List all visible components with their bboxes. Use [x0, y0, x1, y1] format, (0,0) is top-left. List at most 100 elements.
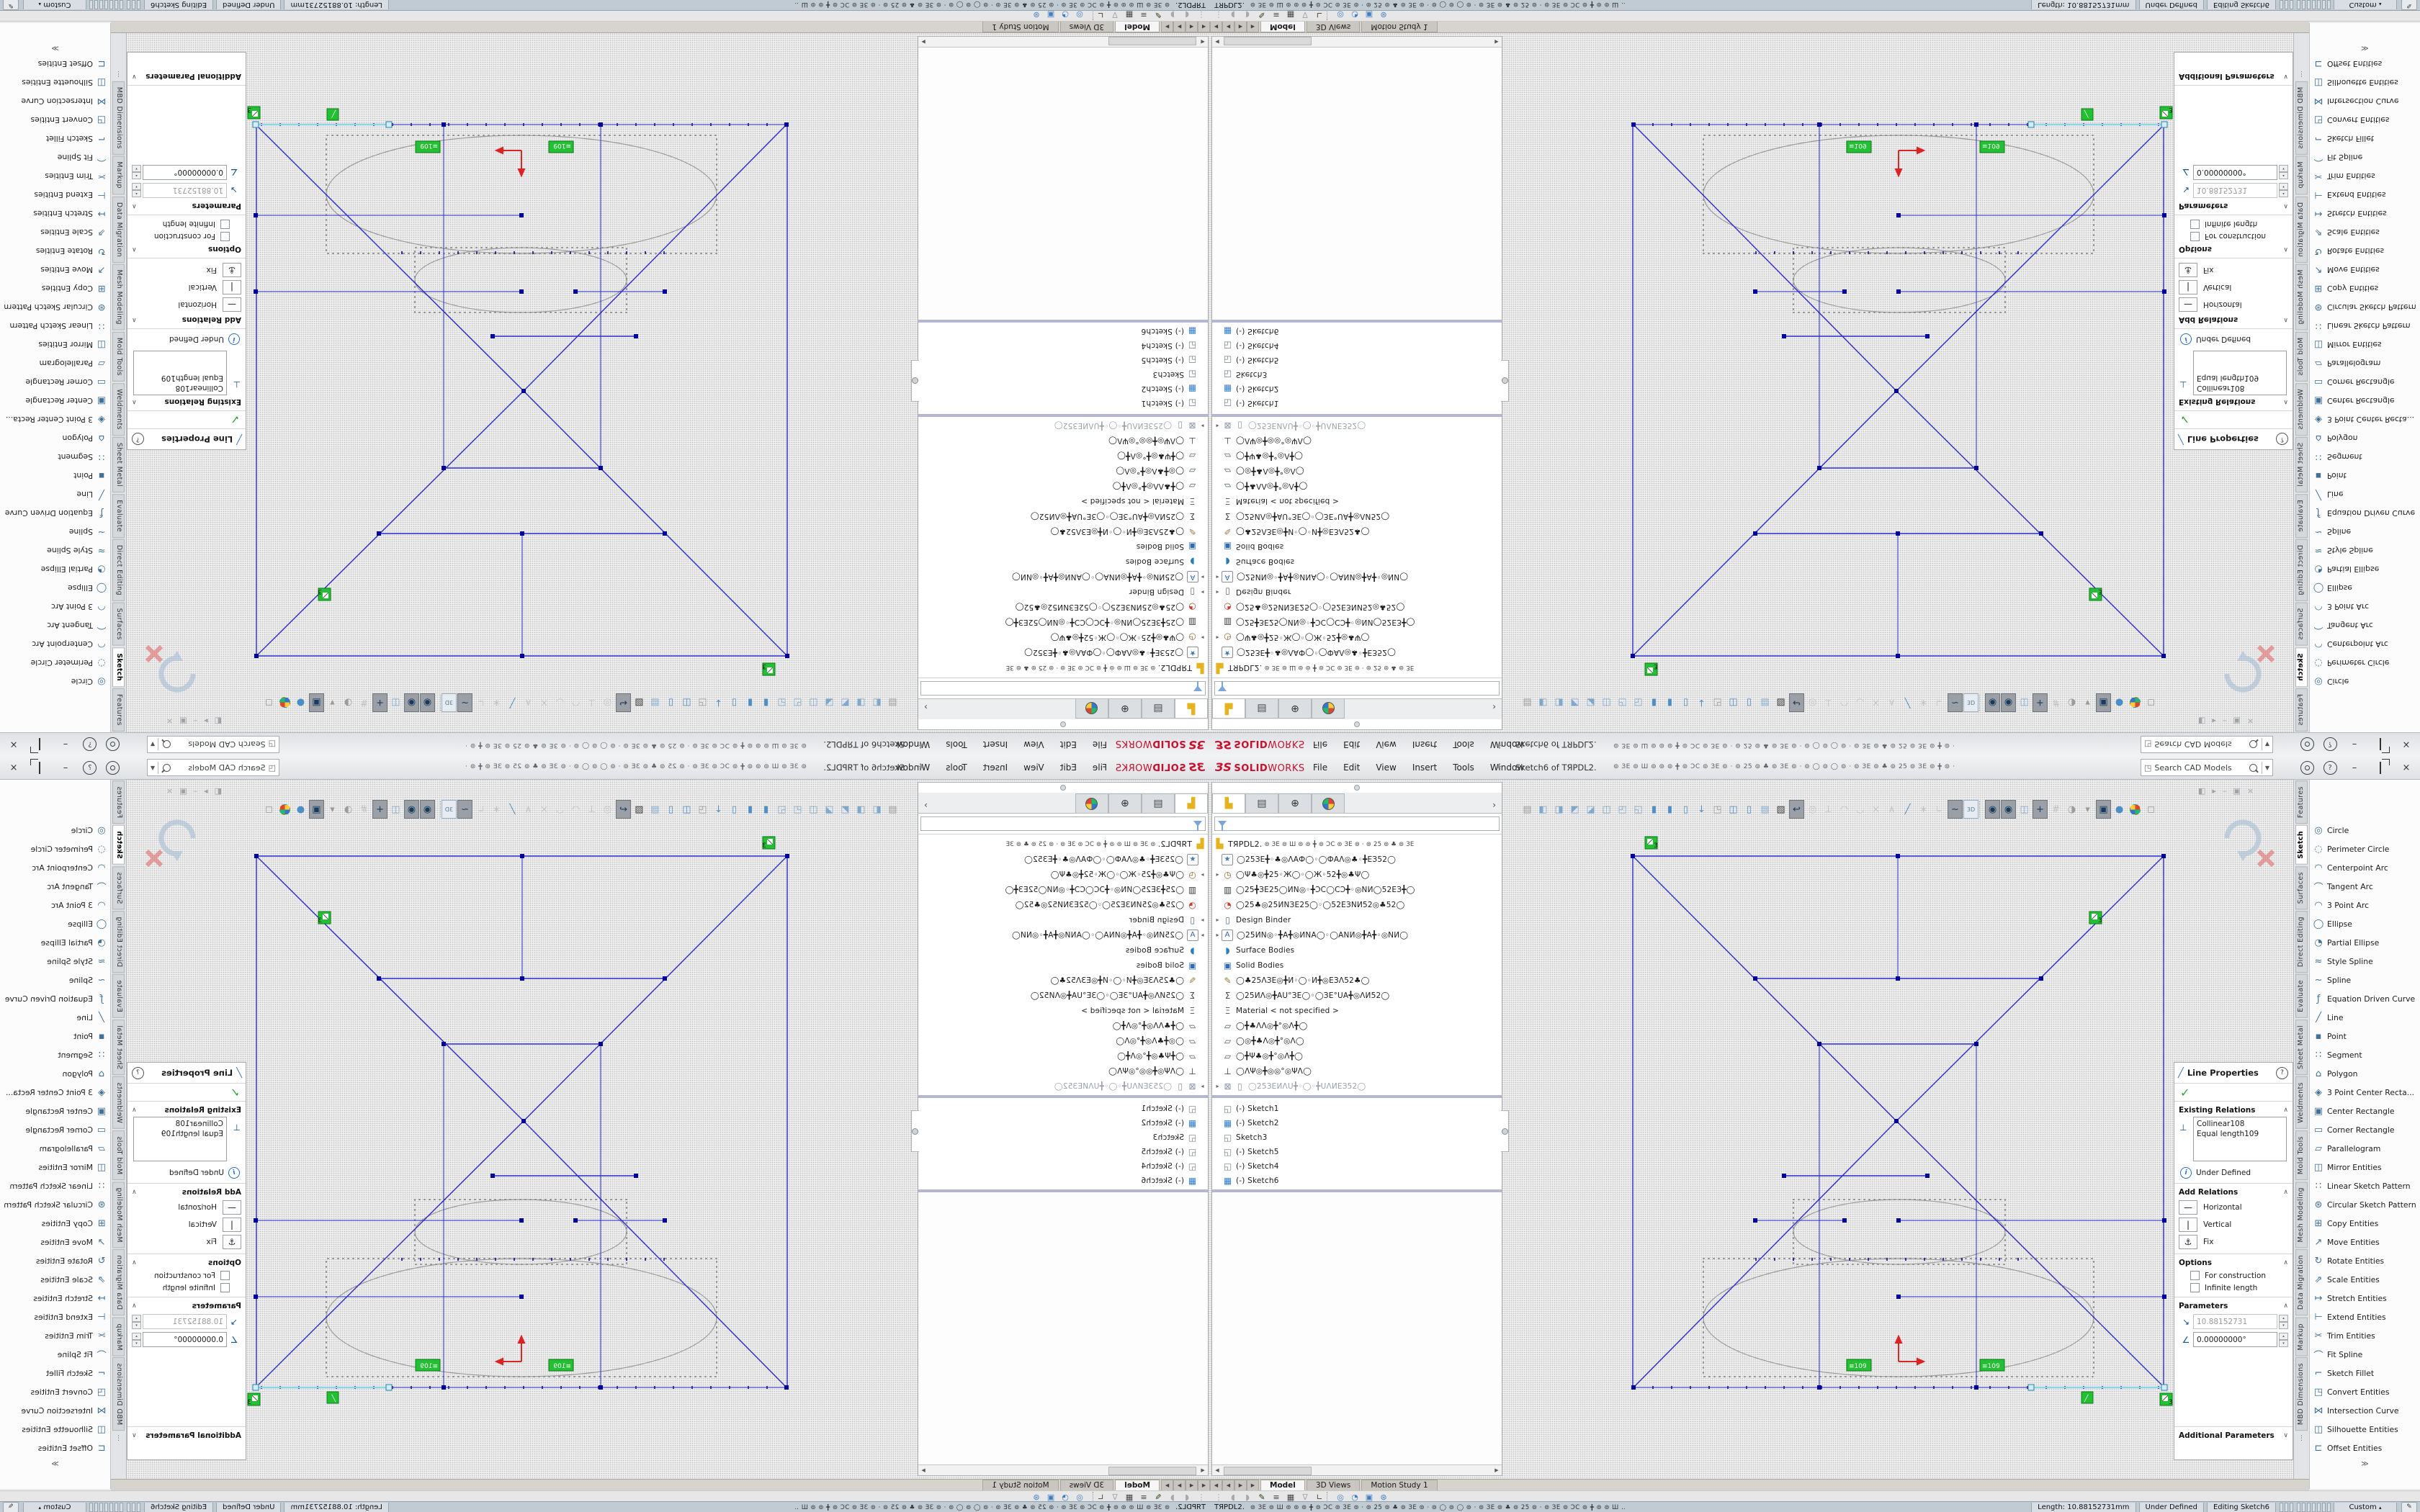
hide-show-items-icon[interactable]: ◉ — [1985, 800, 2000, 819]
vertical-relation-icon[interactable]: | — [223, 280, 241, 294]
solid-feature-1-icon[interactable]: ▮ — [1646, 800, 1662, 819]
expand-icon[interactable]: ∨ — [2283, 73, 2288, 80]
task-settings-icon[interactable]: ⊛ — [1376, 11, 1391, 20]
spline-tool-icon[interactable]: ~ — [457, 800, 472, 819]
tool-move-entities[interactable]: ↗Move Entities — [2310, 261, 2420, 279]
tree-item-favorites[interactable]: ★◯25ЗЕ╋◦♣◎ΛАФ◯◦◯ФАΛ◎♣◦╋ЕЗ52◯ — [1214, 852, 1502, 867]
commandmanager-tab-features[interactable]: Features — [2295, 780, 2308, 824]
tool-trim-entities[interactable]: ✂Trim Entities — [0, 1326, 110, 1345]
tree-item-top-plane[interactable]: ▱◯◎╋♣Λ◎╋°◎Λ◯ — [1214, 1033, 1502, 1048]
solid-feature-2-icon[interactable]: ▮ — [1662, 800, 1677, 819]
sketch-3d-icon[interactable]: 3D — [1963, 800, 1978, 819]
tree-item-origin[interactable]: ⊥◯ΛΨ◎╋◎◎°◎ΨΛ◯ — [1214, 1063, 1502, 1079]
tool-mirror-entities[interactable]: ◫Mirror Entities — [2310, 336, 2420, 354]
tool-segment[interactable]: ∷Segment — [0, 448, 110, 467]
document-tab-3d-views[interactable]: 3D Views — [1307, 1480, 1361, 1491]
tool-stretch-entities[interactable]: ↦Stretch Entities — [0, 204, 110, 223]
filter-input[interactable] — [1214, 681, 1500, 696]
swept-boss-icon[interactable]: ◩ — [1567, 693, 1582, 712]
step-up-icon[interactable]: ▴ — [132, 1315, 141, 1322]
collapse-icon[interactable]: ∧ — [2283, 1107, 2288, 1114]
tree-item-sensors[interactable]: ◔◯25♣◎25ИNЗЕ25◯◦◯52ЕЗNИ52◎♣52◯ — [1214, 897, 1502, 912]
menu-view[interactable]: View — [1016, 737, 1052, 752]
tree-item-design-binder[interactable]: ▸▯Design Binder — [1214, 585, 1502, 600]
commandmanager-tab-mesh-modeling[interactable]: Mesh Modeling — [112, 1182, 125, 1248]
propertymanager-tab[interactable]: ▤ — [1142, 793, 1175, 813]
move-with-eye-icon[interactable]: + — [372, 693, 387, 712]
tree-item-equations[interactable]: Σ◯25ИΛ◎╋АU°ЗЕ◯◦◯ЗЕ°UА╋◎ΛИ52◯ — [1214, 509, 1502, 524]
menu-tools[interactable]: Tools — [938, 760, 975, 775]
commandmanager-tab-surfaces[interactable]: Surfaces — [112, 603, 125, 646]
shell-feature-icon[interactable]: ◳ — [695, 693, 710, 712]
fix-relation-row[interactable]: ⚓Fix — [2174, 261, 2293, 279]
move-with-eye-icon[interactable]: + — [2033, 800, 2048, 819]
displaymanager-tab[interactable] — [1075, 699, 1108, 719]
tool-parallelogram[interactable]: ▱Parallelogram — [0, 354, 110, 373]
tool-scale-entities[interactable]: ⇗Scale Entities — [2310, 223, 2420, 242]
tree-splitter-2[interactable] — [918, 320, 1208, 323]
scroll-thumb[interactable] — [1224, 1467, 1312, 1475]
tree-item-top-plane[interactable]: ▱◯◎╋♣Λ◎╋°◎Λ◯ — [1214, 464, 1502, 479]
tool-line[interactable]: ╱Line — [0, 1008, 110, 1027]
scene-cube-icon[interactable]: ◻ — [261, 693, 277, 712]
tool-extend-entities[interactable]: ⊢Extend Entities — [0, 1308, 110, 1326]
panel-grip[interactable] — [1212, 719, 1502, 729]
tool-partial-ellipse[interactable]: ◔Partial Ellipse — [2310, 933, 2420, 952]
solid-feature-1-icon[interactable]: ▮ — [758, 693, 774, 712]
doc-close[interactable]: × — [2247, 786, 2254, 796]
list-view-icon[interactable]: ≡ — [1137, 1493, 1151, 1502]
checkbox[interactable] — [2190, 232, 2200, 241]
hide-show-items-icon[interactable]: ◉ — [420, 800, 435, 819]
tool-sketch-fillet[interactable]: ⌐Sketch Fillet — [0, 1364, 110, 1382]
expand-icon[interactable]: ∨ — [132, 1432, 137, 1439]
tree-item-surface-bodies[interactable]: ◗Surface Bodies — [918, 554, 1206, 570]
drag-grip-icon[interactable]: ⋮ — [1194, 11, 1209, 20]
tool-corner-rectangle[interactable]: ▭Corner Rectangle — [2310, 1120, 2420, 1139]
tool-ellipse[interactable]: ◯Ellipse — [0, 579, 110, 598]
tool-polygon[interactable]: ⌂Polygon — [0, 429, 110, 448]
document-tab-model[interactable]: Model — [1260, 1480, 1305, 1491]
tab-overflow-icon[interactable]: ⋮ — [2298, 1435, 2305, 1442]
tool-point[interactable]: ▪Point — [2310, 467, 2420, 485]
tool-segment[interactable]: ∷Segment — [0, 1045, 110, 1064]
tab-nav-icon[interactable]: ◀ — [1186, 21, 1198, 32]
filter-input[interactable] — [1214, 816, 1500, 831]
shell-feature-icon[interactable]: ◳ — [695, 800, 710, 819]
tree-item-sketch3[interactable]: ◱Sketch3 — [918, 1130, 1206, 1145]
tree-item-sketch5[interactable]: ◱(-) Sketch5 — [918, 353, 1206, 367]
solid-feature-1-icon[interactable]: ▮ — [758, 800, 774, 819]
tab-overflow-icon[interactable]: ⋮ — [115, 1435, 122, 1442]
tool-convert-entities[interactable]: ◳Convert Entities — [0, 111, 110, 130]
tree-hscrollbar[interactable]: ◀ ▶ — [1212, 1464, 1502, 1475]
tree-item-material[interactable]: ΞMaterial < not specified > — [1214, 494, 1502, 509]
extruded-cut-icon[interactable]: ◰ — [790, 693, 805, 712]
extruded-boss-icon[interactable]: ◧ — [869, 693, 884, 712]
tool-segment[interactable]: ∷Segment — [2310, 448, 2420, 467]
doc-restore[interactable]: ▣ — [179, 786, 187, 796]
display-mode-selector[interactable]: Custom ▴ — [2334, 0, 2397, 9]
tool-b-icon[interactable]: ⊥ — [584, 693, 599, 712]
length-parameter-input[interactable]: 10.88152731 — [2193, 183, 2277, 198]
expand-arrow-icon[interactable]: ▸ — [1198, 589, 1206, 595]
tool-h-icon[interactable]: ∟ — [1932, 800, 1947, 819]
extruded-boss-icon[interactable]: ◧ — [1536, 800, 1551, 819]
panel-grip[interactable] — [1212, 783, 1502, 793]
tool-equation-driven-curve[interactable]: ƒEquation Driven Curve — [0, 504, 110, 523]
pin-menu-icon[interactable]: ✦ — [1495, 762, 1502, 772]
tool-copy-entities[interactable]: ⊞Copy Entities — [0, 1214, 110, 1233]
tree-item-solid-bodies[interactable]: ▣Solid Bodies — [918, 958, 1206, 973]
tree-item-origin[interactable]: ⊥◯ΛΨ◎╋◎◎°◎ΨΛ◯ — [918, 1063, 1206, 1079]
search-icon[interactable] — [163, 764, 171, 772]
filter-input[interactable] — [920, 816, 1206, 831]
step-up-icon[interactable]: ▴ — [132, 190, 141, 197]
display-mode-selector[interactable]: Custom ▴ — [2334, 1503, 2397, 1512]
commandmanager-tab-markup[interactable]: Markup — [2295, 156, 2308, 195]
shell-feature-icon[interactable]: ◳ — [1710, 693, 1725, 712]
exit-sketch-icon[interactable]: ↩ — [1789, 800, 1804, 819]
search-input[interactable]: Search CAD Models — [172, 763, 265, 773]
tab-overflow-icon[interactable]: ⋮ — [2298, 70, 2305, 77]
doc-close[interactable]: × — [166, 786, 173, 796]
tool-intersection-curve[interactable]: ⋈Intersection Curve — [0, 1401, 110, 1420]
tree-item-sketch1[interactable]: ◱(-) Sketch1 — [1214, 1102, 1502, 1116]
hide-all-types-icon[interactable]: ◉ — [404, 693, 419, 712]
